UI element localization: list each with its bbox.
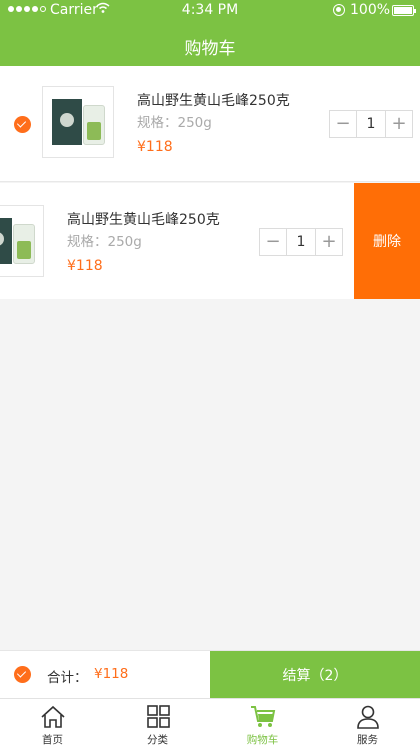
select-all-checkbox-icon[interactable] xyxy=(14,666,31,683)
checkout-button[interactable]: 结算（2） xyxy=(210,651,420,699)
top-bar: Carrier 4:34 PM 100% 购物车 xyxy=(0,0,420,66)
tab-label: 首页 xyxy=(42,734,63,746)
home-icon xyxy=(40,705,65,728)
tab-home[interactable]: 首页 xyxy=(0,699,105,747)
product-name[interactable]: 高山野生黄山毛峰250克 xyxy=(67,209,220,229)
page-title: 购物车 xyxy=(184,39,236,59)
grid-icon xyxy=(146,705,170,728)
item-checkbox-checked-icon[interactable] xyxy=(14,116,31,133)
minus-icon[interactable]: − xyxy=(330,111,356,137)
delete-button[interactable]: 删除 xyxy=(354,183,420,299)
rotation-lock-icon xyxy=(333,4,345,16)
quantity-value: 1 xyxy=(356,111,386,137)
product-spec: 规格：250g xyxy=(67,234,142,250)
product-price: ¥118 xyxy=(67,258,103,274)
total-value: ¥118 xyxy=(94,666,129,682)
minus-icon[interactable]: − xyxy=(260,229,286,255)
product-thumbnail[interactable] xyxy=(0,205,44,277)
tab-cart[interactable]: 购物车 xyxy=(210,699,315,747)
quantity-stepper[interactable]: − 1 + xyxy=(329,110,413,138)
tab-label: 服务 xyxy=(357,734,378,746)
user-icon xyxy=(356,705,379,729)
battery-icon xyxy=(392,5,416,16)
total-label: 合计： xyxy=(47,670,88,686)
plus-icon[interactable]: + xyxy=(386,111,412,137)
tab-bar: 首页 分类 购物车 服务 xyxy=(0,698,420,747)
cart-item-swiped[interactable]: 高山野生黄山毛峰250克 规格：250g ¥118 − 1 + 删除 xyxy=(0,183,420,299)
tab-category[interactable]: 分类 xyxy=(105,699,210,747)
cart-icon xyxy=(250,706,275,727)
tab-label: 购物车 xyxy=(246,734,279,746)
plus-icon[interactable]: + xyxy=(316,229,342,255)
cart-item[interactable]: 高山野生黄山毛峰250克 规格：250g ¥118 − 1 + xyxy=(0,66,420,182)
status-bar: Carrier 4:34 PM 100% xyxy=(0,0,420,22)
tab-service[interactable]: 服务 xyxy=(315,699,420,747)
checkout-bar: 合计： ¥118 结算（2） xyxy=(0,650,420,699)
tab-label: 分类 xyxy=(147,734,168,746)
quantity-stepper[interactable]: − 1 + xyxy=(259,228,343,256)
quantity-value: 1 xyxy=(286,229,316,255)
product-spec: 规格：250g xyxy=(137,115,212,131)
product-name[interactable]: 高山野生黄山毛峰250克 xyxy=(137,90,290,110)
product-thumbnail[interactable] xyxy=(42,86,114,158)
battery-percent: 100% xyxy=(350,2,391,18)
product-price: ¥118 xyxy=(137,139,173,155)
